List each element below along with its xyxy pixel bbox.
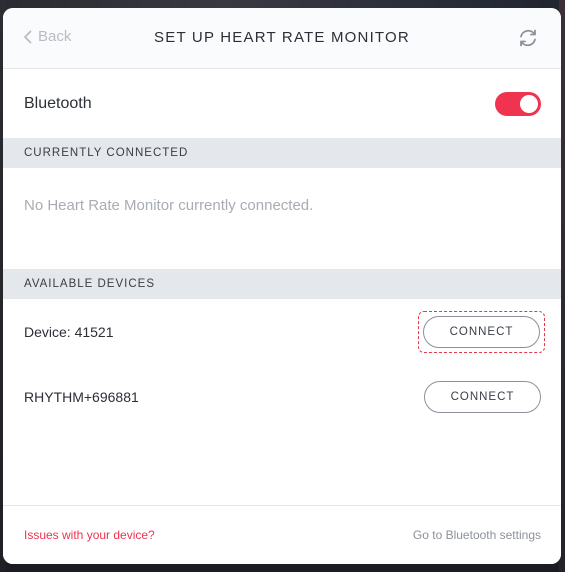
currently-connected-heading: CURRENTLY CONNECTED — [3, 138, 561, 168]
bluetooth-settings-link[interactable]: Go to Bluetooth settings — [413, 528, 541, 542]
toggle-knob — [520, 95, 538, 113]
refresh-button[interactable] — [517, 27, 539, 49]
device-name: RHYTHM+696881 — [24, 388, 139, 405]
heart-rate-setup-dialog: Back SET UP HEART RATE MONITOR Bluetooth… — [3, 8, 561, 564]
device-row: Device: 41521 CONNECT — [3, 299, 561, 364]
bluetooth-row: Bluetooth — [3, 69, 561, 138]
dialog-title: SET UP HEART RATE MONITOR — [154, 29, 410, 46]
dialog-header: Back SET UP HEART RATE MONITOR — [3, 8, 561, 69]
refresh-icon — [520, 29, 536, 47]
connect-button[interactable]: CONNECT — [423, 315, 540, 348]
bluetooth-toggle[interactable] — [495, 92, 541, 116]
currently-connected-area: No Heart Rate Monitor currently connecte… — [3, 168, 561, 269]
device-row: RHYTHM+696881 CONNECT — [3, 364, 561, 429]
issues-link[interactable]: Issues with your device? — [24, 528, 155, 542]
connect-button-highlight: CONNECT — [418, 310, 545, 353]
connect-button-wrap: CONNECT — [424, 380, 541, 413]
dialog-footer: Issues with your device? Go to Bluetooth… — [3, 505, 561, 564]
bluetooth-label: Bluetooth — [24, 94, 92, 112]
no-monitor-message: No Heart Rate Monitor currently connecte… — [24, 197, 314, 214]
available-devices-heading: AVAILABLE DEVICES — [3, 269, 561, 299]
device-name: Device: 41521 — [24, 323, 114, 340]
connect-button[interactable]: CONNECT — [424, 380, 541, 413]
